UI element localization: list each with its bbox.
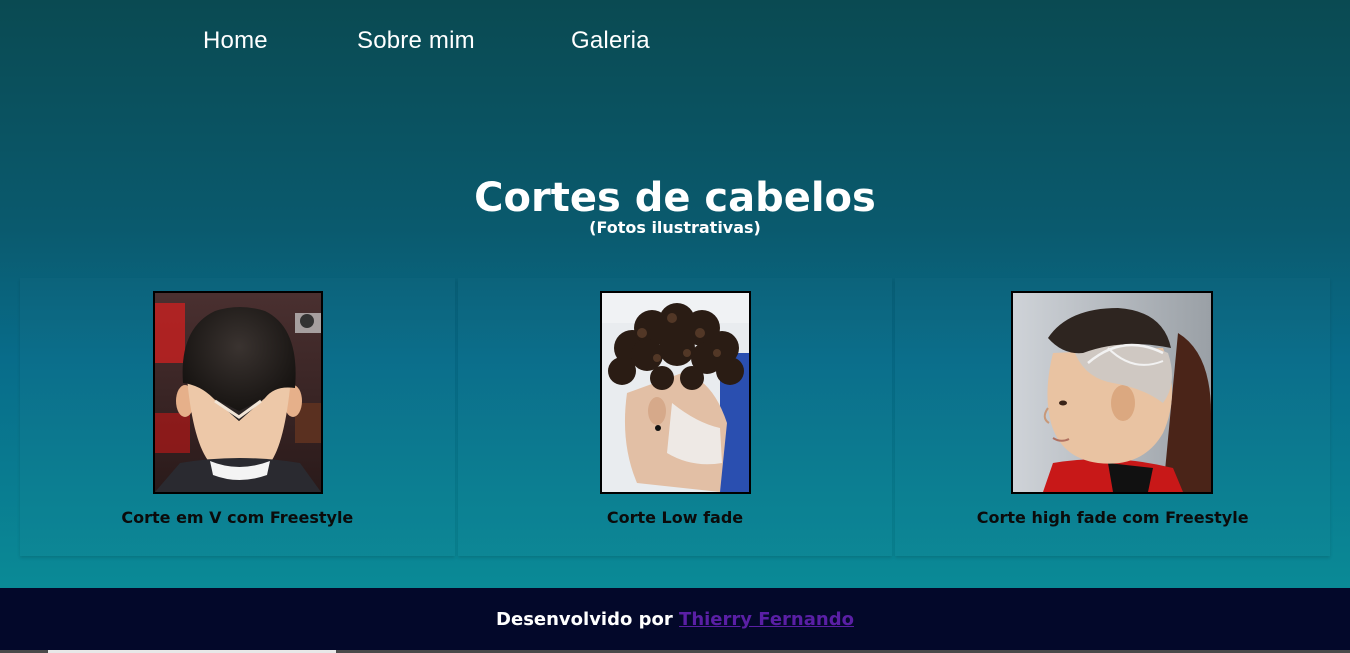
nav-link-galeria[interactable]: Galeria [571,27,650,55]
footer-credit: Desenvolvido por Thierry Fernando [0,609,1350,630]
haircut-photo-high-fade [1011,291,1214,494]
haircut-gallery: Corte em V com Freestyle Corte Low fade … [20,278,1330,556]
footer: Desenvolvido por Thierry Fernando [0,588,1350,653]
haircut-photo-low-fade [599,291,751,494]
nav-link-sobre-mim[interactable]: Sobre mim [357,27,475,55]
card-caption: Corte Low fade [606,508,744,527]
footer-prefix: Desenvolvido por [496,609,673,630]
author-link[interactable]: Thierry Fernando [679,609,854,630]
gallery-card: Corte high fade com Freestyle [895,278,1330,556]
card-caption: Corte em V com Freestyle [121,508,354,527]
haircut-photo-v-cut [153,291,323,494]
top-navigation: Home Sobre mim Galeria [0,0,1350,84]
page-title: Cortes de cabelos [474,175,876,221]
gallery-card: Corte Low fade [458,278,893,556]
gallery-card: Corte em V com Freestyle [20,278,455,556]
card-caption: Corte high fade com Freestyle [976,508,1249,527]
page-subtitle: (Fotos ilustrativas) [589,218,761,237]
gallery-header: Cortes de cabelos (Fotos ilustrativas) [0,172,1350,238]
nav-link-home[interactable]: Home [203,27,268,55]
